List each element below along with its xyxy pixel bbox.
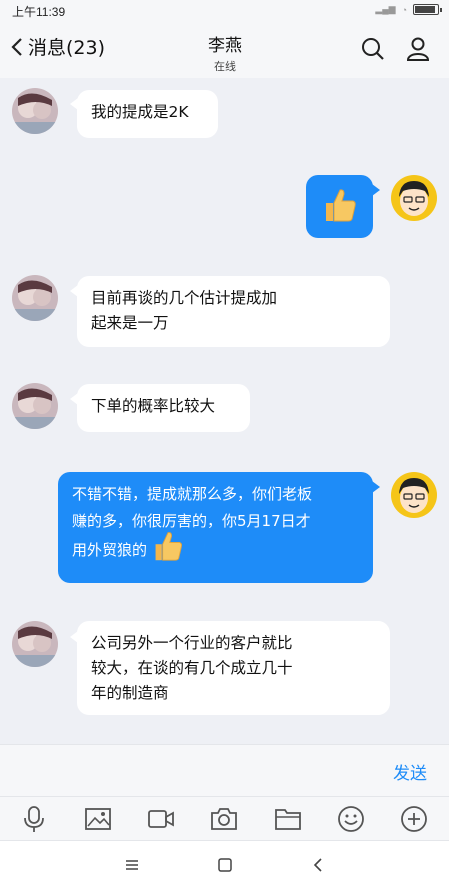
message-line: 目前再谈的几个估计提成加 bbox=[91, 289, 278, 307]
microphone-icon[interactable] bbox=[20, 805, 48, 833]
image-icon[interactable] bbox=[84, 805, 112, 833]
message-bubble[interactable]: 我的提成是2K bbox=[77, 90, 218, 138]
contact-avatar[interactable] bbox=[12, 275, 58, 321]
message-line: 公司另外一个行业的客户就比 bbox=[91, 634, 293, 652]
contact-avatar[interactable] bbox=[12, 383, 58, 429]
message-bubble[interactable]: 不错不错，提成就那么多，你们老板 赚的多，你很厉害的，你5月17日才 用外贸狼的 bbox=[58, 472, 373, 583]
message-line: 赚的多，你很厉害的，你5月17日才 bbox=[72, 512, 311, 530]
menu-icon[interactable] bbox=[124, 857, 140, 877]
contact-title[interactable]: 李燕 在线 bbox=[150, 31, 300, 74]
folder-icon[interactable] bbox=[274, 805, 302, 833]
plus-icon[interactable] bbox=[400, 805, 428, 833]
message-line: 较大，在谈的有几个成立几十 bbox=[91, 659, 293, 677]
status-time: 上午11:39 bbox=[12, 5, 66, 19]
message-line: 起来是一万 bbox=[91, 314, 169, 332]
video-icon[interactable] bbox=[147, 805, 175, 833]
input-toolbar bbox=[0, 796, 449, 840]
contact-avatar[interactable] bbox=[12, 621, 58, 667]
signal-icon: ▂▄▆ bbox=[375, 4, 396, 14]
message-bubble[interactable]: 目前再谈的几个估计提成加 起来是一万 bbox=[77, 276, 390, 347]
chat-header: 消息(23) 李燕 在线 bbox=[0, 20, 449, 78]
status-bar: 上午11:39 ▂▄▆ ◔ bbox=[0, 0, 449, 20]
back-label: 消息(23) bbox=[28, 37, 106, 59]
search-icon[interactable] bbox=[360, 36, 386, 66]
message-bubble[interactable] bbox=[306, 175, 373, 238]
my-avatar[interactable] bbox=[391, 472, 437, 518]
contact-name: 李燕 bbox=[208, 36, 242, 56]
battery-icon bbox=[413, 4, 442, 15]
message-input-area[interactable]: 发送 bbox=[0, 744, 449, 796]
my-avatar[interactable] bbox=[391, 175, 437, 221]
back-icon[interactable] bbox=[310, 857, 326, 877]
chat-area[interactable]: 我的提成是2K 目前再谈的几个估计提成加 起来是一万 下单的概率比较大 不错不错… bbox=[0, 78, 449, 744]
wifi-icon: ◔ bbox=[401, 4, 407, 15]
message-text: 下单的概率比较大 bbox=[91, 397, 216, 415]
thumbs-up-icon bbox=[326, 189, 356, 222]
system-nav-bar bbox=[0, 840, 449, 890]
thumbs-up-icon bbox=[155, 531, 182, 561]
profile-icon[interactable] bbox=[405, 36, 431, 66]
camera-icon[interactable] bbox=[210, 805, 238, 833]
contact-avatar[interactable] bbox=[12, 88, 58, 134]
message-bubble[interactable]: 下单的概率比较大 bbox=[77, 384, 250, 432]
contact-status: 在线 bbox=[214, 60, 236, 73]
back-button[interactable]: 消息(23) bbox=[10, 33, 105, 60]
battery-fill bbox=[415, 6, 435, 13]
message-line: 不错不错，提成就那么多，你们老板 bbox=[72, 485, 313, 503]
message-line: 年的制造商 bbox=[91, 684, 169, 702]
message-bubble[interactable]: 公司另外一个行业的客户就比 较大，在谈的有几个成立几十 年的制造商 bbox=[77, 621, 390, 715]
message-line: 用外贸狼的 bbox=[72, 541, 148, 559]
send-button[interactable]: 发送 bbox=[393, 759, 427, 784]
message-text: 我的提成是2K bbox=[91, 103, 189, 121]
home-icon[interactable] bbox=[217, 857, 233, 877]
emoji-icon[interactable] bbox=[337, 805, 365, 833]
chevron-left-icon bbox=[11, 37, 22, 56]
